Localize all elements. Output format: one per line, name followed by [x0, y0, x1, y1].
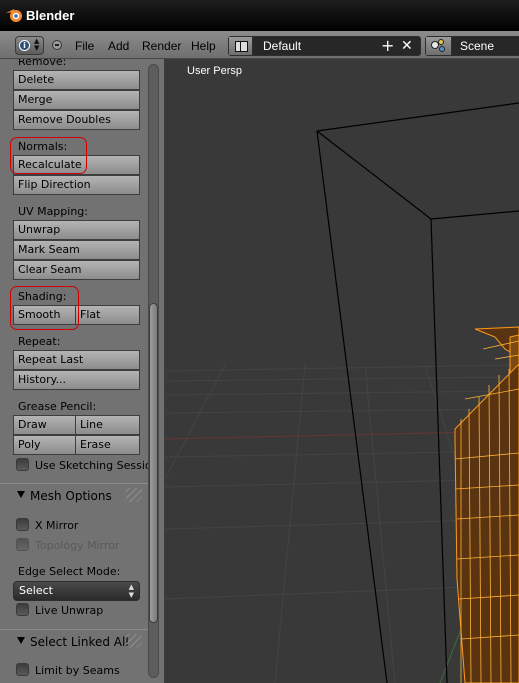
- remove-doubles-button[interactable]: Remove Doubles: [13, 110, 140, 130]
- edge-select-mode-value: Select: [19, 584, 53, 597]
- up-down-arrows-icon: ▲ ▼: [34, 37, 40, 52]
- menu-add[interactable]: Add: [108, 39, 129, 53]
- panel-grip-icon[interactable]: [126, 488, 142, 502]
- grease-pencil-label: Grease Pencil:: [18, 400, 97, 413]
- flat-button[interactable]: Flat: [75, 305, 140, 325]
- title-bar: Blender: [0, 0, 519, 31]
- menu-help[interactable]: Help: [191, 39, 216, 53]
- info-header: i ▲ ▼ File Add Render Help Default + ✕ Sc…: [0, 31, 519, 59]
- erase-button[interactable]: Erase: [75, 435, 140, 455]
- recalculate-highlight: [10, 137, 87, 174]
- history-button[interactable]: History...: [13, 370, 140, 390]
- blender-logo-icon: [6, 9, 22, 22]
- repeat-last-button[interactable]: Repeat Last: [13, 350, 140, 370]
- expand-triangle-icon: [17, 491, 25, 498]
- scene-selector[interactable]: Scene: [425, 36, 519, 56]
- select-linked-all-panel-header[interactable]: Select Linked All: [0, 629, 148, 653]
- draw-button[interactable]: Draw: [13, 415, 76, 435]
- line-button[interactable]: Line: [75, 415, 140, 435]
- x-mirror-label: X Mirror: [35, 519, 79, 532]
- mesh-options-panel-header[interactable]: Mesh Options: [0, 483, 148, 507]
- tool-shelf: Remove: Delete Merge Remove Doubles Norm…: [0, 59, 165, 683]
- repeat-label: Repeat:: [18, 335, 61, 348]
- delete-button[interactable]: Delete: [13, 70, 140, 90]
- live-unwrap-checkbox[interactable]: [16, 603, 29, 616]
- scene-value: Scene: [460, 39, 495, 53]
- window-title: Blender: [26, 8, 75, 23]
- info-icon: i: [19, 40, 30, 51]
- menu-render[interactable]: Render: [142, 39, 181, 53]
- panel-grip-icon[interactable]: [126, 634, 142, 648]
- mesh-options-title: Mesh Options: [30, 489, 112, 503]
- topology-mirror-checkbox[interactable]: [16, 538, 29, 551]
- scene-icon[interactable]: [426, 37, 452, 55]
- collapse-menus-icon[interactable]: [52, 40, 62, 50]
- edge-select-mode-label: Edge Select Mode:: [18, 565, 121, 578]
- unwrap-button[interactable]: Unwrap: [13, 220, 140, 240]
- screen-layout-selector[interactable]: Default + ✕: [228, 36, 421, 56]
- use-sketching-checkbox[interactable]: [16, 458, 29, 471]
- live-unwrap-label: Live Unwrap: [35, 604, 104, 617]
- flip-direction-button[interactable]: Flip Direction: [13, 175, 140, 195]
- expand-triangle-icon: [17, 637, 25, 644]
- menu-file[interactable]: File: [75, 39, 94, 53]
- tool-shelf-scroll-thumb[interactable]: [149, 303, 158, 623]
- clear-seam-button[interactable]: Clear Seam: [13, 260, 140, 280]
- viewport-scene: [165, 102, 519, 683]
- x-mirror-checkbox[interactable]: [16, 518, 29, 531]
- poly-button[interactable]: Poly: [13, 435, 76, 455]
- uv-mapping-label: UV Mapping:: [18, 205, 88, 218]
- screen-layout-value: Default: [263, 39, 302, 53]
- delete-layout-icon[interactable]: ✕: [401, 38, 413, 54]
- 3d-viewport[interactable]: User Persp: [165, 59, 519, 683]
- select-linked-all-title: Select Linked All: [30, 635, 129, 649]
- merge-button[interactable]: Merge: [13, 90, 140, 110]
- use-sketching-label: Use Sketching Sessio: [35, 459, 152, 472]
- mark-seam-button[interactable]: Mark Seam: [13, 240, 140, 260]
- limit-by-seams-label: Limit by Seams: [35, 664, 120, 677]
- screen-layout-icon[interactable]: [229, 37, 253, 55]
- smooth-highlight: [10, 286, 79, 330]
- add-layout-icon[interactable]: +: [381, 36, 394, 55]
- topology-mirror-label: Topology Mirror: [35, 539, 120, 552]
- remove-label: Remove:: [18, 59, 67, 68]
- up-down-arrows-icon: ▲ ▼: [128, 583, 134, 599]
- editor-type-button[interactable]: i ▲ ▼: [15, 36, 44, 55]
- edge-select-mode-dropdown[interactable]: Select ▲ ▼: [13, 581, 140, 601]
- limit-by-seams-checkbox[interactable]: [16, 663, 29, 676]
- viewport-view-label: User Persp: [187, 65, 243, 77]
